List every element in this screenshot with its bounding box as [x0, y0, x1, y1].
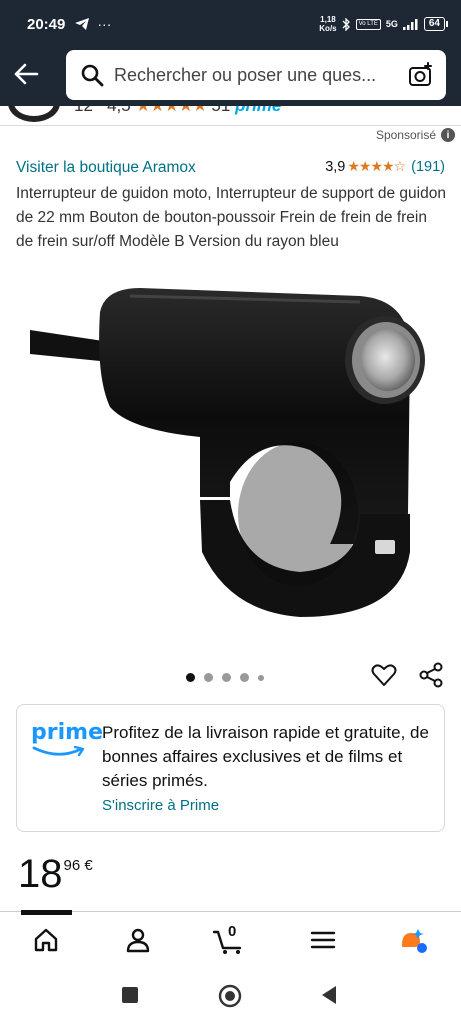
- carousel-dot[interactable]: [186, 673, 195, 682]
- menu-icon[interactable]: [308, 925, 338, 955]
- previous-result-rating: 4,5: [107, 106, 131, 115]
- account-icon[interactable]: [123, 925, 153, 955]
- search-input[interactable]: Rechercher ou poser une ques...: [114, 65, 396, 86]
- store-link[interactable]: Visiter la boutique Aramox: [16, 159, 196, 177]
- android-navigation-bar: [0, 966, 461, 1024]
- back-arrow-icon[interactable]: [12, 60, 40, 88]
- rating-stars: ★★★★☆: [347, 158, 406, 174]
- carousel-dot[interactable]: [222, 673, 231, 682]
- carousel-dot[interactable]: [204, 673, 213, 682]
- network-speed: 1,18 Ko/s: [319, 15, 337, 33]
- sponsored-label[interactable]: Sponsorisé i: [376, 128, 455, 142]
- status-bar: 20:49 ··· 1,18 Ko/s Vo LTE 5G 64: [0, 0, 461, 48]
- network-type: 5G: [385, 19, 398, 29]
- previous-result-price: 12: [74, 106, 93, 115]
- product-price: 18 96 €: [18, 850, 93, 898]
- status-time: 20:49: [27, 15, 66, 33]
- heart-icon[interactable]: [371, 662, 397, 688]
- camera-search-icon[interactable]: [408, 62, 434, 88]
- prime-signup-link[interactable]: S'inscrire à Prime: [102, 797, 219, 814]
- prime-promo-text: Profitez de la livraison rapide et gratu…: [102, 723, 429, 790]
- product-image[interactable]: [30, 282, 440, 622]
- price-whole: 18: [18, 852, 63, 896]
- previous-result-prime: prime: [235, 106, 281, 115]
- previous-result-reviews: 51: [211, 106, 230, 115]
- more-notifications-icon: ···: [97, 16, 112, 32]
- battery-indicator: 64: [423, 17, 449, 31]
- search-header: Rechercher ou poser une ques...: [0, 48, 461, 106]
- price-currency: €: [84, 857, 93, 874]
- telegram-icon: [75, 18, 90, 30]
- prime-logo: prime: [31, 721, 103, 763]
- home-circle-icon[interactable]: [218, 984, 242, 1008]
- share-icon[interactable]: [418, 662, 444, 688]
- carousel-dot[interactable]: [240, 673, 249, 682]
- search-bar[interactable]: Rechercher ou poser une ques...: [66, 50, 446, 100]
- volte-badge: Vo LTE: [355, 18, 381, 30]
- back-triangle-icon[interactable]: [320, 985, 338, 1005]
- prime-smile-icon: [32, 745, 85, 757]
- signal-icon: [402, 18, 418, 30]
- recent-apps-icon[interactable]: [121, 986, 139, 1004]
- previous-result-thumbnail: [8, 106, 60, 122]
- carousel-dot[interactable]: [258, 674, 264, 681]
- bottom-navigation: 0: [0, 920, 461, 966]
- previous-result-stars: ★★★★★: [135, 106, 207, 115]
- info-icon[interactable]: i: [441, 128, 455, 142]
- product-rating[interactable]: 3,9 ★★★★☆ (191): [325, 158, 445, 175]
- product-title: Interrupteur de guidon moto, Interrupteu…: [16, 185, 446, 250]
- active-tab-indicator: [21, 910, 72, 915]
- bluetooth-icon: [342, 17, 350, 31]
- home-icon[interactable]: [31, 925, 61, 955]
- cart-count: 0: [228, 923, 237, 940]
- cart-button[interactable]: 0: [212, 923, 247, 955]
- search-icon: [81, 64, 104, 87]
- rufus-assistant-icon[interactable]: [398, 925, 428, 955]
- previous-result-row[interactable]: 12 4,5 ★★★★★ 51 prime: [0, 106, 461, 126]
- review-count[interactable]: (191): [411, 159, 445, 175]
- price-fraction: 96: [63, 857, 81, 874]
- prime-promo-card[interactable]: prime Profitez de la livraison rapide et…: [16, 704, 445, 832]
- image-carousel-dots[interactable]: [186, 673, 264, 682]
- rating-value: 3,9: [325, 158, 346, 175]
